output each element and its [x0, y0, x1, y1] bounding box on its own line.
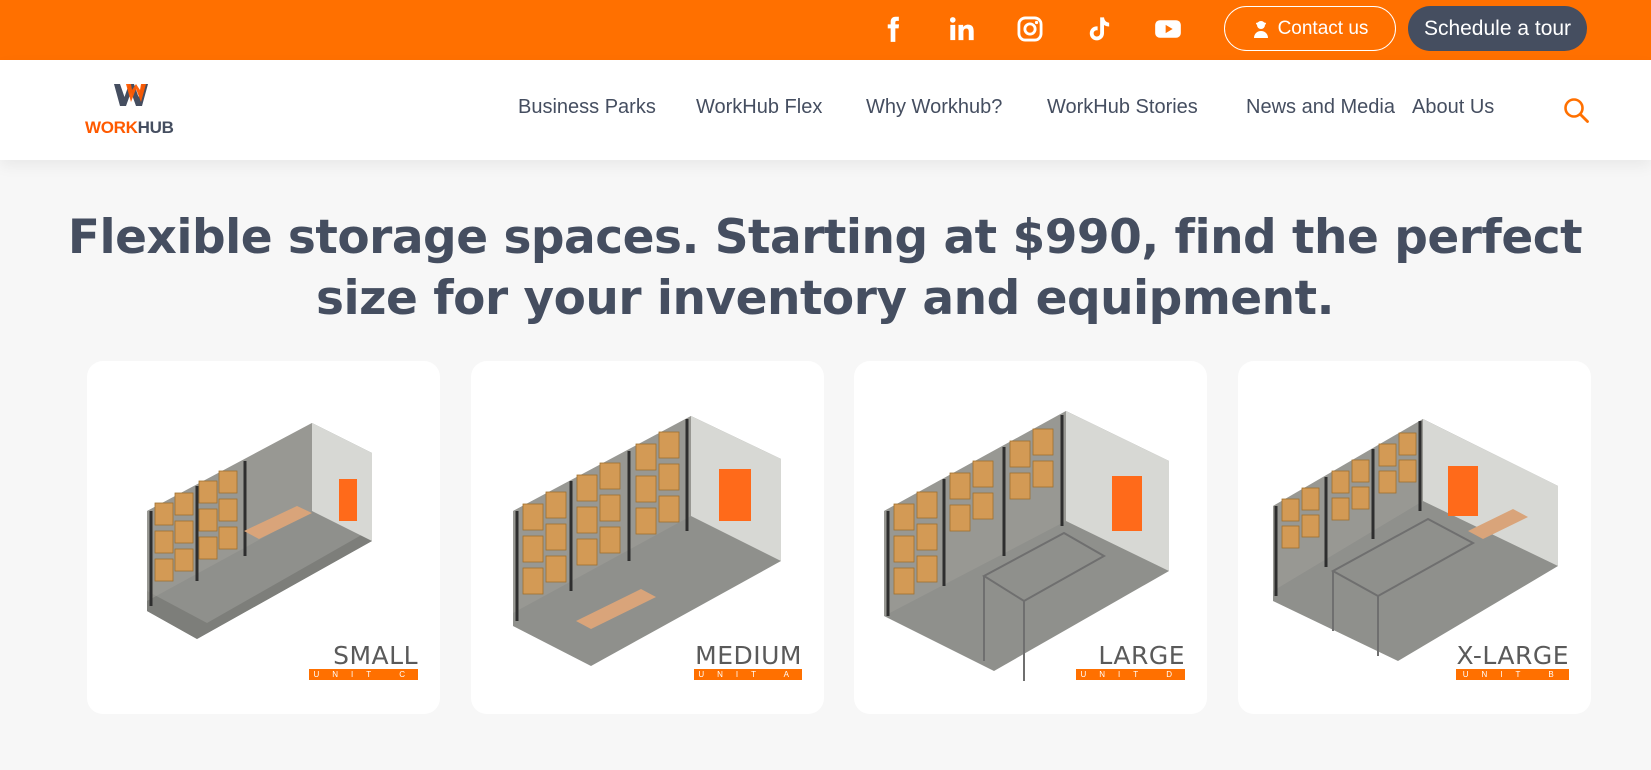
main-nav: WORKHUB Business Parks WorkHub Flex Why … — [0, 60, 1651, 160]
contact-us-button[interactable]: Contact us — [1224, 6, 1396, 51]
headline-line-1: Flexible storage spaces. Starting at $99… — [67, 210, 1583, 265]
workhub-logo[interactable]: WORKHUB — [85, 80, 189, 137]
unit-tag: X-LARGE UNIT B — [1456, 643, 1569, 680]
tiktok-icon[interactable] — [1079, 10, 1119, 48]
nav-why-workhub[interactable]: Why Workhub? — [866, 96, 1002, 119]
nav-workhub-stories[interactable]: WorkHub Stories — [1047, 96, 1198, 119]
nav-workhub-flex[interactable]: WorkHub Flex — [696, 96, 822, 119]
top-bar: Contact us Schedule a tour — [0, 0, 1651, 60]
unit-code-label: UNIT C — [309, 669, 418, 680]
contact-us-label: Contact us — [1277, 17, 1369, 39]
nav-business-parks[interactable]: Business Parks — [518, 96, 656, 119]
instagram-icon[interactable] — [1010, 10, 1050, 48]
unit-tag: SMALL UNIT C — [309, 643, 418, 680]
logo-mark-icon — [114, 84, 148, 106]
unit-code-label: UNIT D — [1076, 669, 1185, 680]
search-icon[interactable] — [1562, 96, 1590, 124]
headline-line-2: size for your inventory and equipment. — [316, 271, 1334, 326]
unit-size-label: LARGE — [1098, 641, 1185, 670]
unit-card-small[interactable]: SMALL UNIT C — [87, 361, 440, 714]
youtube-icon[interactable] — [1148, 10, 1188, 48]
unit-size-label: SMALL — [333, 641, 418, 670]
schedule-tour-button[interactable]: Schedule a tour — [1408, 6, 1587, 51]
unit-tag: LARGE UNIT D — [1076, 643, 1185, 680]
logo-wordmark: WORKHUB — [85, 118, 174, 137]
unit-card-medium[interactable]: MEDIUM UNIT A — [471, 361, 824, 714]
unit-tag: MEDIUM UNIT A — [694, 643, 802, 680]
unit-size-label: MEDIUM — [695, 641, 802, 670]
page-headline: Flexible storage spaces. Starting at $99… — [60, 207, 1590, 329]
nav-news-and-media[interactable]: News and Media — [1246, 96, 1395, 119]
unit-code-label: UNIT B — [1456, 669, 1569, 680]
nav-about-us[interactable]: About Us — [1412, 96, 1494, 119]
person-icon — [1253, 20, 1268, 38]
linkedin-icon[interactable] — [942, 10, 982, 48]
unit-card-large[interactable]: LARGE UNIT D — [854, 361, 1207, 714]
facebook-icon[interactable] — [873, 10, 913, 48]
unit-card-x-large[interactable]: X-LARGE UNIT B — [1238, 361, 1591, 714]
unit-code-label: UNIT A — [694, 669, 802, 680]
unit-size-label: X-LARGE — [1456, 641, 1569, 670]
